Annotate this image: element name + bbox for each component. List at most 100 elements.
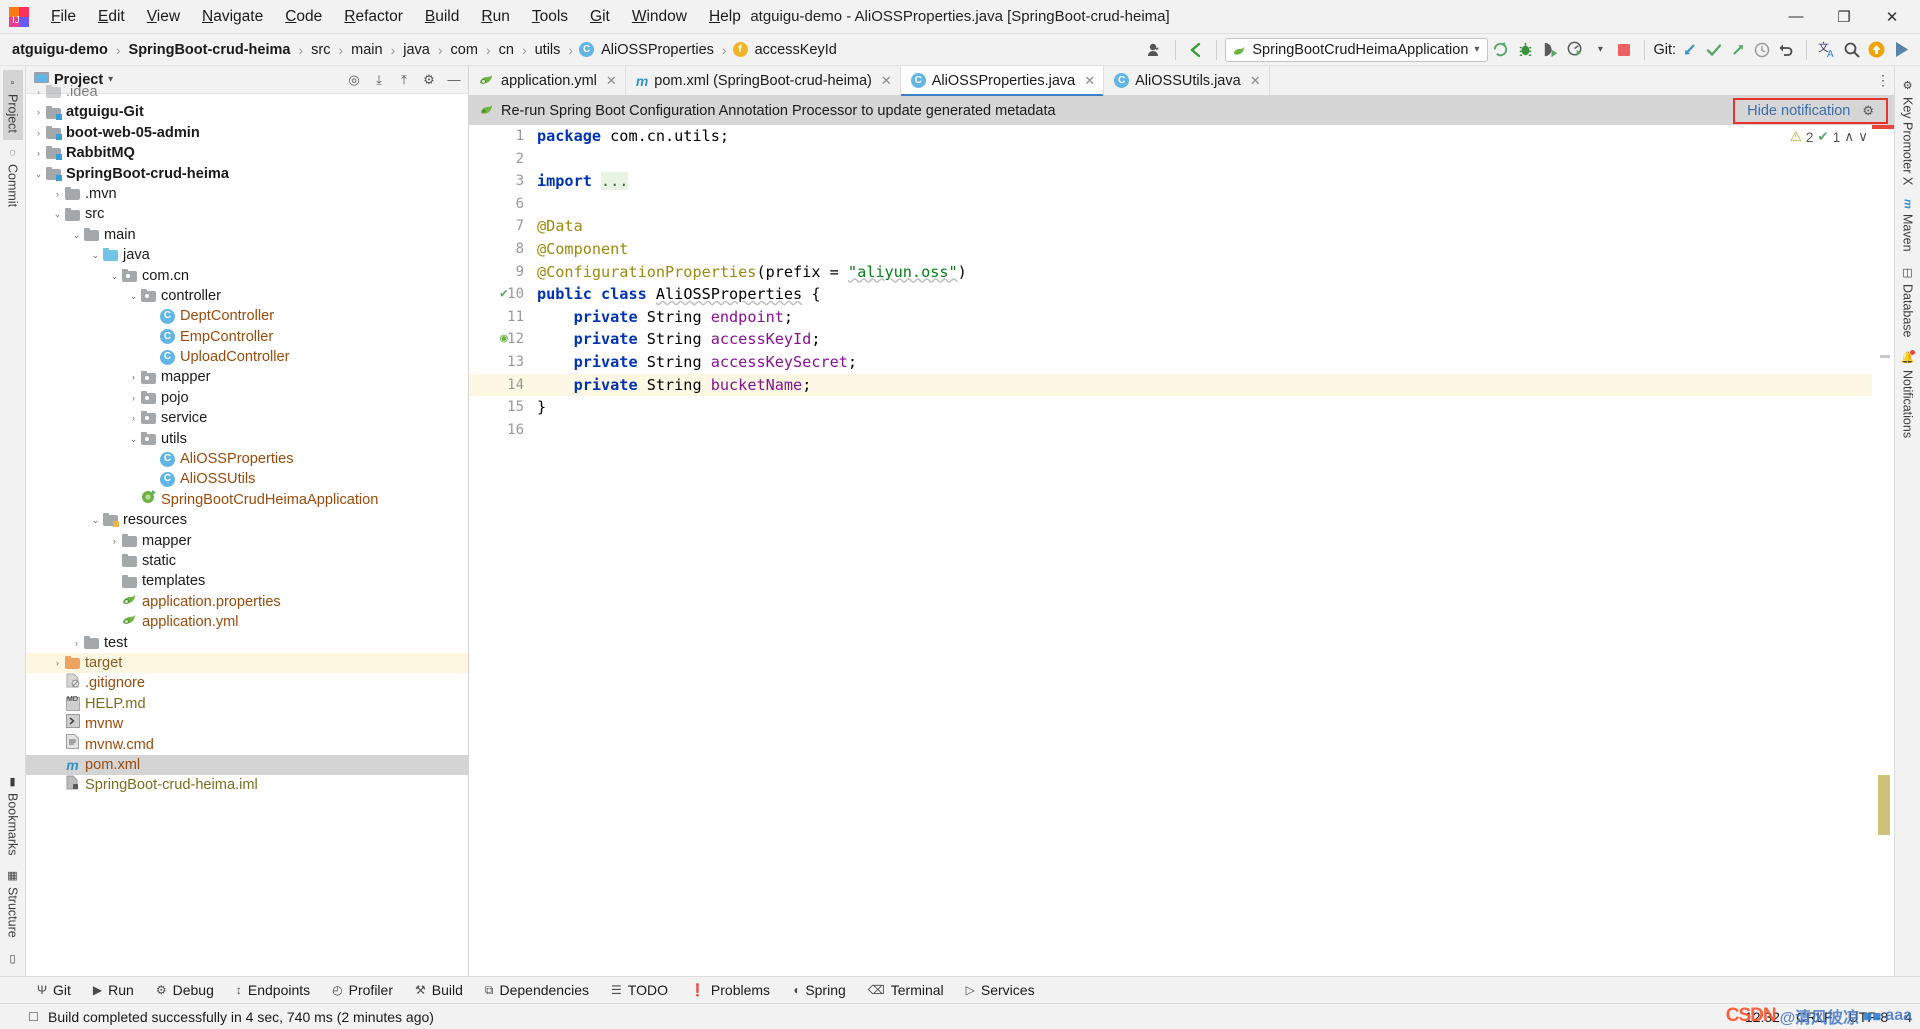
maximize-button[interactable]: ❐ — [1820, 0, 1868, 33]
gutter-line-1[interactable]: 1 — [469, 125, 531, 148]
git-history-button[interactable] — [1750, 38, 1774, 62]
run-configuration-selector[interactable]: SpringBootCrudHeimaApplication ▾ — [1225, 37, 1489, 62]
tree-twisty[interactable]: ⌄ — [89, 245, 102, 265]
ide-assistant-button[interactable] — [1889, 38, 1914, 62]
tree-item-mvnw-cmd[interactable]: mvnw.cmd — [26, 734, 468, 755]
sidebar-item-bookmarks[interactable]: ▮ Bookmarks — [3, 768, 23, 863]
tree-item-help-md[interactable]: MD HELP.md — [26, 694, 468, 714]
code-line-4[interactable] — [531, 193, 1872, 216]
breadcrumb-item-field[interactable]: accessKeyId — [753, 41, 839, 59]
tree-twisty[interactable]: › — [51, 184, 64, 204]
sidebar-item-commit[interactable]: ◌ Commit — [3, 140, 23, 214]
tree-item-mapper[interactable]: › mapper — [26, 367, 468, 387]
sidebar-item-maven[interactable]: m Maven — [1898, 192, 1918, 258]
menu-view[interactable]: View — [136, 5, 191, 29]
code-line-6[interactable]: @Component — [531, 238, 1872, 261]
inspection-widget[interactable]: ⚠ 2 ✔ 1 ∧ ∨ — [1790, 129, 1868, 145]
tool-window-terminal[interactable]: ⌫ Terminal — [857, 979, 955, 1001]
tree-item--mvn[interactable]: › .mvn — [26, 184, 468, 204]
tree-twisty[interactable]: ⌄ — [127, 286, 140, 306]
gutter-line-14[interactable]: 14 — [469, 373, 531, 397]
editor-tab-application-yml[interactable]: application.yml ✕ — [469, 66, 626, 95]
tree-twisty[interactable]: ⌄ — [89, 510, 102, 530]
sidebar-item-structure[interactable]: ▦ Structure — [3, 862, 23, 945]
hide-notification-link[interactable]: Hide notification — [1747, 103, 1850, 119]
tree-twisty[interactable]: › — [32, 102, 45, 122]
breadcrumb-item-module[interactable]: SpringBoot-crud-heima — [127, 41, 293, 59]
back-arrow-button[interactable] — [1184, 38, 1208, 62]
editor-tab-pom-xml-springboot-crud-heima-[interactable]: m pom.xml (SpringBoot-crud-heima) ✕ — [626, 66, 901, 95]
gutter-line-13[interactable]: 13 — [469, 351, 531, 374]
run-with-coverage-button[interactable] — [1538, 38, 1563, 62]
menu-help[interactable]: Help — [698, 5, 752, 29]
tree-item-deptcontroller[interactable]: C DeptController — [26, 306, 468, 326]
tool-window-debug[interactable]: ⚙ Debug — [145, 979, 225, 1001]
gutter-line-8[interactable]: 8 — [469, 238, 531, 261]
update-badge-button[interactable] — [1864, 38, 1889, 62]
tree-item-empcontroller[interactable]: C EmpController — [26, 327, 468, 347]
tree-twisty[interactable]: ⌄ — [127, 429, 140, 449]
profiler-button[interactable] — [1563, 38, 1588, 62]
git-push-button[interactable] — [1726, 38, 1750, 62]
profiler-dropdown-button[interactable]: ▾ — [1588, 38, 1612, 62]
gutter-line-10[interactable]: ✔ 10 — [469, 283, 531, 306]
file-encoding[interactable]: UTF-8 — [1849, 1009, 1889, 1025]
tree-item-src[interactable]: ⌄ src — [26, 204, 468, 224]
gutter-line-16[interactable]: 16 — [469, 419, 531, 442]
sidebar-item-notifications[interactable]: 🔔 Notifications — [1898, 344, 1918, 445]
tree-item-application-properties[interactable]: application.properties — [26, 592, 468, 612]
git-update-button[interactable] — [1678, 38, 1702, 62]
breadcrumb-item-cn[interactable]: cn — [497, 41, 516, 59]
breadcrumb-item-class[interactable]: AliOSSProperties — [599, 41, 716, 59]
editor-gutter[interactable]: 1 2 3 6 7 8 9 ✔ 10 11 ◉ 12 13 14 15 16 — [469, 125, 531, 976]
tree-item-controller[interactable]: ⌄ controller — [26, 286, 468, 306]
tree-item-aliossproperties[interactable]: C AliOSSProperties — [26, 449, 468, 469]
breadcrumb-item-com[interactable]: com — [449, 41, 480, 59]
tree-item-aliossutils[interactable]: C AliOSSUtils — [26, 469, 468, 489]
tool-window-problems[interactable]: ❗ Problems — [679, 979, 781, 1001]
git-rollback-button[interactable] — [1774, 38, 1798, 62]
menu-run[interactable]: Run — [470, 5, 520, 29]
bean-gutter-icon[interactable]: ✔ — [500, 283, 508, 306]
tree-twisty[interactable]: › — [127, 367, 140, 387]
indent-size[interactable]: 4 — [1904, 1009, 1912, 1025]
caret-position[interactable]: 12:32 — [1745, 1009, 1780, 1025]
tree-item-atguigu-git[interactable]: › atguigu-Git — [26, 102, 468, 122]
tree-item-java[interactable]: ⌄ java — [26, 245, 468, 265]
tree-twisty[interactable]: ⌄ — [51, 204, 64, 224]
tree-item-uploadcontroller[interactable]: C UploadController — [26, 347, 468, 367]
menu-tools[interactable]: Tools — [521, 5, 579, 29]
code-line-8[interactable]: public class AliOSSProperties { — [531, 283, 1872, 306]
tree-twisty[interactable]: › — [127, 388, 140, 408]
close-icon[interactable]: ✕ — [1084, 73, 1095, 89]
tree-item-pojo[interactable]: › pojo — [26, 388, 468, 408]
sidebar-item-project[interactable]: ▫ Project — [2, 70, 23, 140]
close-icon[interactable]: ✕ — [606, 73, 617, 89]
tree-item--idea[interactable]: › .idea — [26, 82, 468, 102]
menu-edit[interactable]: Edit — [87, 5, 136, 29]
tree-twisty[interactable]: › — [32, 123, 45, 143]
sidebar-item-database[interactable]: ◫ Database — [1898, 259, 1918, 345]
code-line-7[interactable]: ⊟@ConfigurationProperties(prefix = "aliy… — [531, 261, 1872, 284]
search-everywhere-button[interactable] — [1840, 38, 1864, 62]
tree-item-mapper[interactable]: › mapper — [26, 531, 468, 551]
editor-tab-aliossproperties-java[interactable]: C AliOSSProperties.java ✕ — [900, 66, 1105, 96]
spring-bean-gutter-icon[interactable]: ◉ — [500, 328, 508, 351]
tree-item-mvnw[interactable]: mvnw — [26, 714, 468, 734]
tool-window-endpoints[interactable]: ↕ Endpoints — [225, 979, 321, 1001]
project-tree[interactable]: › .idea › atguigu-Git › boot-web-05-admin › Rab… — [26, 80, 468, 976]
next-problem-icon[interactable]: ∨ — [1858, 129, 1868, 145]
breadcrumb-item-java[interactable]: java — [401, 41, 432, 59]
close-icon[interactable]: ✕ — [1250, 73, 1261, 89]
git-commit-button[interactable] — [1702, 38, 1726, 62]
tree-item-springbootcrudheimaapplication[interactable]: SpringBootCrudHeimaApplication — [26, 490, 468, 510]
code-line-5[interactable]: ▽@Data — [531, 215, 1872, 238]
translate-button[interactable]: 文A — [1815, 38, 1840, 62]
user-avatar-button[interactable] — [1143, 38, 1167, 62]
tool-window-spring[interactable]: ◖ Spring — [781, 979, 857, 1001]
code-line-3[interactable]: ⊞import ... — [531, 170, 1872, 193]
tree-item-resources[interactable]: ⌄ resources — [26, 510, 468, 530]
gutter-line-2[interactable]: 2 — [469, 148, 531, 171]
tree-twisty[interactable]: › — [127, 408, 140, 428]
minimize-button[interactable]: — — [1772, 0, 1820, 33]
